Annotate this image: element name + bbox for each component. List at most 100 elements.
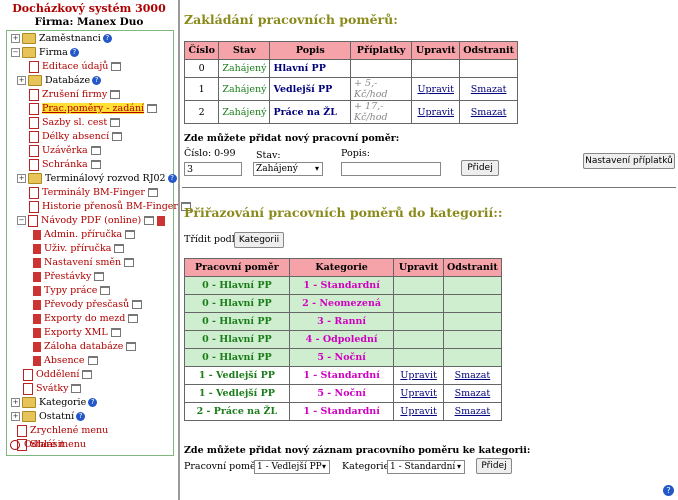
- section1-title: Zakládání pracovních poměrů:: [184, 12, 398, 27]
- cislo-input[interactable]: 3: [184, 162, 242, 176]
- add-category-button[interactable]: Přidej: [476, 458, 512, 474]
- tree-item-prevody[interactable]: Převody přesčasů: [33, 298, 143, 312]
- window-icon[interactable]: [110, 118, 121, 127]
- sort-kategorii-button[interactable]: Kategorii: [234, 232, 284, 248]
- add-category-title: Zde můžete přidat nový záznam pracovního…: [184, 445, 531, 456]
- delete-link[interactable]: Smazat: [459, 100, 518, 124]
- window-icon[interactable]: [94, 272, 105, 281]
- cislo-label: Číslo: 0-99: [184, 148, 236, 159]
- delete-link[interactable]: Smazat: [442, 384, 503, 403]
- table-row: 0 - Hlavní PP 1 - Standardní: [184, 276, 503, 295]
- kategorie-select[interactable]: 1 - Standardní: [387, 460, 465, 474]
- table-row: 0 Zahájený Hlavní PP: [183, 59, 518, 78]
- window-icon[interactable]: [114, 244, 125, 253]
- help-icon[interactable]: ?: [88, 398, 98, 407]
- tree-item-schranka[interactable]: Schránka: [29, 158, 101, 172]
- tree-item-editace[interactable]: Editace údajů: [29, 60, 122, 74]
- window-icon[interactable]: [90, 160, 101, 169]
- tree-item-databaze[interactable]: + Databáze?: [17, 74, 102, 88]
- help-icon[interactable]: ?: [69, 48, 79, 57]
- page-icon: [29, 200, 39, 213]
- window-icon[interactable]: [124, 258, 135, 267]
- expand-icon[interactable]: +: [11, 34, 20, 43]
- table-header-row: Pracovní poměr Kategorie Upravit Odstran…: [184, 258, 503, 277]
- window-icon[interactable]: [125, 230, 136, 239]
- page-icon: [29, 130, 39, 143]
- tree-item-navody[interactable]: − Návody PDF (online): [17, 214, 168, 228]
- tree-item-exporty-xml[interactable]: Exporty XML: [33, 326, 121, 340]
- pdf-icon[interactable]: [157, 215, 166, 226]
- window-icon[interactable]: [144, 216, 155, 225]
- logout-link[interactable]: Odhlásit: [10, 438, 64, 452]
- window-icon[interactable]: [110, 90, 121, 99]
- delete-link[interactable]: Smazat: [442, 366, 503, 385]
- pdf-icon: [33, 257, 41, 268]
- tree-item-terminalovy[interactable]: + Terminálový rozvod RJ02?: [17, 172, 177, 186]
- help-icon[interactable]: ?: [102, 34, 112, 43]
- tree-item-absence[interactable]: Absence: [33, 354, 98, 368]
- window-icon[interactable]: [112, 132, 123, 141]
- expand-icon[interactable]: +: [11, 412, 20, 421]
- delete-link[interactable]: Smazat: [459, 77, 518, 101]
- employment-table: Číslo Stav Popis Příplatky Upravit Odstr…: [183, 41, 518, 124]
- edit-link[interactable]: Upravit: [393, 366, 444, 385]
- tree-item-historie[interactable]: Historie přenosů BM-Finger: [29, 200, 191, 214]
- window-icon[interactable]: [71, 384, 82, 393]
- pdf-icon: [33, 341, 41, 352]
- window-icon[interactable]: [147, 188, 158, 197]
- expand-icon[interactable]: +: [17, 76, 26, 85]
- tree-item-kategorie[interactable]: + Kategorie?: [11, 396, 98, 410]
- popis-input[interactable]: [341, 162, 441, 176]
- edit-link[interactable]: Upravit: [393, 384, 444, 403]
- window-icon[interactable]: [82, 370, 93, 379]
- tree-item-nastaveni-smen[interactable]: Nastavení směn: [33, 256, 135, 270]
- help-icon[interactable]: ?: [663, 485, 674, 496]
- col-header: Pracovní poměr: [184, 258, 290, 277]
- window-icon[interactable]: [90, 146, 101, 155]
- pdf-icon: [33, 327, 41, 338]
- tree-item-uzaverka[interactable]: Uzávěrka: [29, 144, 101, 158]
- tree-item-firma[interactable]: − Firma?: [11, 46, 79, 60]
- collapse-icon[interactable]: −: [11, 48, 20, 57]
- priplatky-settings-button[interactable]: Nastavení příplatků: [583, 153, 675, 169]
- help-icon[interactable]: ?: [167, 174, 177, 183]
- pomer-select[interactable]: 1 - Vedlejší PP: [254, 460, 330, 474]
- tree-item-typy[interactable]: Typy práce: [33, 284, 111, 298]
- tree-item-prac-pomery[interactable]: Prac.poměry - zadání: [29, 102, 158, 116]
- edit-link[interactable]: Upravit: [393, 402, 444, 421]
- window-icon[interactable]: [128, 314, 139, 323]
- tree-item-zaloha[interactable]: Záloha databáze: [33, 340, 137, 354]
- tree-item-zamestnanci[interactable]: + Zaměstnanci?: [11, 32, 112, 46]
- collapse-icon[interactable]: −: [17, 216, 26, 225]
- expand-icon[interactable]: +: [11, 398, 20, 407]
- window-icon[interactable]: [110, 328, 121, 337]
- tree-item-zrychlene[interactable]: Zrychlené menu: [17, 424, 108, 438]
- delete-link[interactable]: Smazat: [442, 402, 503, 421]
- window-icon[interactable]: [111, 62, 122, 71]
- page-icon: [29, 158, 39, 171]
- tree-item-sazby[interactable]: Sazby sl. cest: [29, 116, 121, 130]
- expand-icon[interactable]: +: [17, 174, 26, 183]
- tree-item-oddeleni[interactable]: Oddělení: [23, 368, 93, 382]
- help-icon[interactable]: ?: [76, 412, 86, 421]
- window-icon[interactable]: [126, 342, 137, 351]
- tree-item-terminaly[interactable]: Terminály BM-Finger: [29, 186, 158, 200]
- edit-link[interactable]: Upravit: [411, 77, 461, 101]
- help-icon[interactable]: ?: [92, 76, 102, 85]
- tree-item-zruseni[interactable]: Zrušení firmy: [29, 88, 121, 102]
- tree-item-admin[interactable]: Admin. příručka: [33, 228, 136, 242]
- tree-item-delky[interactable]: Délky absencí: [29, 130, 123, 144]
- edit-link[interactable]: Upravit: [411, 100, 461, 124]
- tree-item-prestavky[interactable]: Přestávky: [33, 270, 105, 284]
- window-icon[interactable]: [147, 104, 158, 113]
- window-icon[interactable]: [87, 356, 98, 365]
- tree-item-svatky[interactable]: Svátky: [23, 382, 82, 396]
- window-icon[interactable]: [100, 286, 111, 295]
- add-pp-button[interactable]: Přidej: [461, 160, 499, 176]
- tree-item-uziv[interactable]: Uživ. příručka: [33, 242, 125, 256]
- stav-select[interactable]: Zahájený: [253, 162, 323, 176]
- window-icon[interactable]: [132, 300, 143, 309]
- page-icon: [29, 102, 39, 115]
- tree-item-exporty-mezd[interactable]: Exporty do mezd: [33, 312, 139, 326]
- tree-item-ostatni[interactable]: + Ostatní?: [11, 410, 86, 424]
